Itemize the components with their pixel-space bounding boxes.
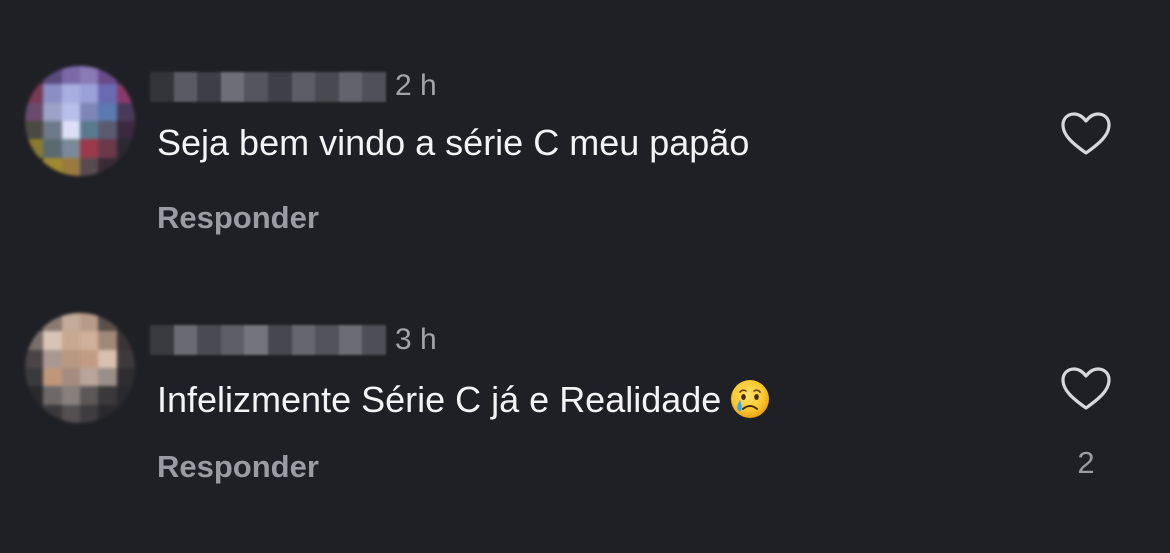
avatar[interactable] xyxy=(25,313,135,423)
heart-outline-icon[interactable] xyxy=(1060,111,1112,157)
heart-outline-icon[interactable] xyxy=(1060,366,1112,412)
comment-text: Infelizmente Série C já e Realidade xyxy=(157,378,771,421)
avatar[interactable] xyxy=(25,66,135,176)
crying-face-emoji xyxy=(731,380,770,418)
like-count: 2 xyxy=(1077,445,1095,480)
comment-time: 2 h xyxy=(395,69,437,102)
username-redacted[interactable] xyxy=(150,72,386,102)
comments-screen: 2 h Seja bem vindo a série C meu papão R… xyxy=(0,0,1170,553)
comment-text-content: Infelizmente Série C já e Realidade xyxy=(157,379,722,420)
comment-text: Seja bem vindo a série C meu papão xyxy=(157,122,750,163)
reply-button[interactable]: Responder xyxy=(157,450,319,484)
username-redacted[interactable] xyxy=(150,325,386,355)
reply-button[interactable]: Responder xyxy=(157,201,319,235)
comment-time: 3 h xyxy=(395,323,437,356)
